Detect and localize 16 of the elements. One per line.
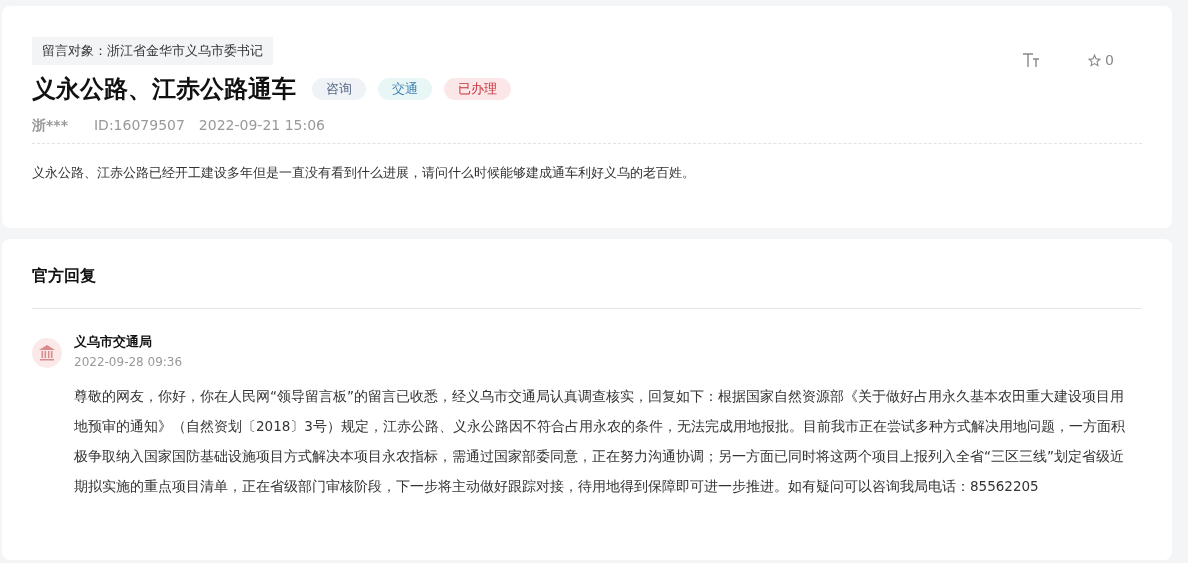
- message-body: 义永公路、江赤公路已经开工建设多年但是一直没有看到什么进展，请问什么时候能够建成通车利好义乌的老百姓。: [32, 164, 696, 182]
- status-tag: 已办理: [444, 78, 511, 100]
- category-tag: 咨询: [312, 78, 366, 100]
- category-tag: 交通: [378, 78, 432, 100]
- font-size-icon[interactable]: [1022, 52, 1041, 68]
- message-id: ID:16079507: [93, 117, 185, 135]
- reply-heading: 官方回复: [32, 239, 1142, 309]
- government-building-icon: [32, 338, 62, 368]
- reply-time: 2022-09-28 09:36: [74, 355, 183, 369]
- reply-body: 尊敬的网友，你好，你在人民网“领导留言板”的留言已收悉，经义乌市交通局认真调查核实，回复如下：根据国家自然资源部《关于做好占用永久基本农田重大建设项目用地预审的通知》（自然资划〔2018〕3号）规定，江赤公路、义永公路因不符合占用永农的条件，无法完成用地报批。目前我市正在尝试多种方式解决用地问题，一方面积极争取纳入国家国防基础设施项目方式解决本项目永农指标，需通过国家部委同意，正在努力沟通协调；另一方面已同时将这两个项目上报列入全省“三区三线”划定省级近期拟实施的重点项目清单，正在省级部门审核阶段，下一步将主动做好跟踪对接，待用地得到保障即可进一步推进。如有疑问可以咨询我局电话：85562205: [74, 387, 1126, 496]
- message-target-label: 留言对象：浙江省金华市义乌市委书记: [32, 37, 273, 65]
- message-title: 义永公路、江赤公路通车: [32, 74, 296, 105]
- favorite-button[interactable]: 0: [1088, 52, 1114, 68]
- department-name: 义乌市交通局: [74, 333, 153, 351]
- author-name: 浙***: [32, 117, 68, 135]
- message-time: 2022-09-21 15:06: [198, 117, 326, 135]
